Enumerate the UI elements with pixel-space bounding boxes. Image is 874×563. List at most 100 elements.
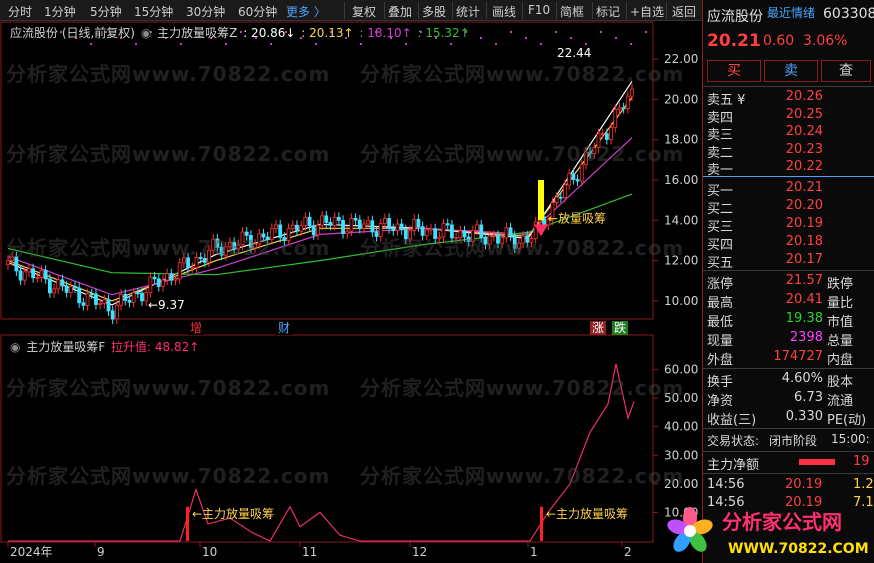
y-tick-label: 10.00 <box>664 294 698 308</box>
candle-body <box>554 196 559 203</box>
add-watchlist-button[interactable]: +自选 <box>630 3 664 20</box>
y-tick-label: 12.00 <box>664 254 698 268</box>
candle-body <box>152 276 157 280</box>
trade-state-label: 交易状态: <box>707 434 760 448</box>
candle-body <box>617 107 622 110</box>
candle-body <box>458 230 463 238</box>
candle-body <box>399 223 404 231</box>
toolbar-divider <box>666 2 667 19</box>
indicator-toggle-icon[interactable]: ◉ <box>141 26 151 40</box>
signal-dot <box>510 31 512 33</box>
candle-body <box>336 216 341 221</box>
tab-30min[interactable]: 30分钟 <box>186 3 225 20</box>
candle-body <box>387 218 392 229</box>
candle-body <box>261 233 266 238</box>
candle-body <box>517 242 521 249</box>
kline-chart[interactable]: 22.00 20.00 18.00 16.00 14.00 12.00 10.00 60.00… <box>0 21 700 563</box>
candle-body <box>110 310 115 320</box>
low-price-label: ←9.37 <box>148 298 185 312</box>
sub-signal-label: ←主力放量吸筹 <box>546 506 628 521</box>
candle-body <box>558 196 563 199</box>
x-tick-label: 9 <box>97 545 105 559</box>
restore-rights-button[interactable]: 复权 <box>352 3 376 20</box>
logo-url: WWW.70822.COM <box>728 541 869 557</box>
ask-level-1-price: 20.22 <box>785 159 823 174</box>
candle-body <box>169 273 174 281</box>
toolbar-divider <box>522 2 523 19</box>
stat-label-2: 市值 <box>827 315 854 330</box>
x-tick-label: 11 <box>302 545 317 559</box>
signal-dot <box>525 37 527 39</box>
candle-body <box>265 236 270 240</box>
overlay-button[interactable]: 叠加 <box>388 3 412 20</box>
candle-body <box>487 235 492 245</box>
tab-5min[interactable]: 5分钟 <box>90 3 122 20</box>
candle-body <box>207 249 211 263</box>
ma3-value: : 18.10↑ <box>359 26 412 40</box>
candle-body <box>475 224 479 231</box>
candle-body <box>89 293 94 296</box>
draw-line-button[interactable]: 画线 <box>492 3 516 20</box>
divider <box>703 176 874 177</box>
sentiment-link[interactable]: 最近情绪 <box>767 4 815 21</box>
multi-stock-button[interactable]: 多股 <box>422 3 446 20</box>
stat-row: 外盘 174727 内盘 <box>703 348 874 368</box>
bid-level-3[interactable]: 买三 20.19 <box>703 215 874 235</box>
candle-body <box>190 267 195 269</box>
bid-level-4[interactable]: 买四 20.18 <box>703 233 874 253</box>
sell-button[interactable]: 卖 <box>764 60 818 82</box>
sub-signal-label: ←主力放量吸筹 <box>192 506 274 521</box>
bid-level-1[interactable]: 买一 20.21 <box>703 179 874 199</box>
candle-body <box>248 234 253 249</box>
candle-body <box>571 173 576 180</box>
candle-body <box>378 223 383 237</box>
mark-button[interactable]: 标记 <box>596 3 620 20</box>
candle-body <box>269 228 274 240</box>
tab-intraday[interactable]: 分时 <box>8 3 32 20</box>
net-flow-row[interactable]: 主力净额 19 <box>703 453 874 473</box>
back-button[interactable]: 返回 <box>672 3 696 20</box>
candle-body <box>274 224 278 229</box>
tab-1min[interactable]: 1分钟 <box>44 3 76 20</box>
signal-dot <box>600 31 602 33</box>
candle-body <box>211 238 216 251</box>
statistics-button[interactable]: 统计 <box>456 3 480 20</box>
f10-button[interactable]: F10 <box>528 3 550 17</box>
candle-body <box>307 216 312 227</box>
candle-body <box>445 223 450 226</box>
candle-body <box>437 236 442 239</box>
y-tick-label: 18.00 <box>664 133 698 147</box>
indicator-name: 主力放量吸筹Z <box>157 26 238 40</box>
candle-body <box>165 273 170 281</box>
tab-15min[interactable]: 15分钟 <box>134 3 173 20</box>
tab-60min[interactable]: 60分钟 <box>238 3 277 20</box>
high-price-label: 22.44 <box>557 46 591 60</box>
candle-body <box>454 237 459 239</box>
chart-area[interactable]: 22.00 20.00 18.00 16.00 14.00 12.00 10.00 60.00… <box>0 21 700 563</box>
candle-body <box>10 256 15 261</box>
candle-body <box>316 224 320 236</box>
event-badge-label: 增 <box>190 321 202 335</box>
candle-body <box>395 223 400 232</box>
ask-level-1[interactable]: 卖一 20.22 <box>703 158 874 178</box>
candle-body <box>253 243 257 249</box>
candle-body <box>420 226 425 236</box>
signal-bar-sub <box>186 506 189 541</box>
candle-body <box>403 229 408 240</box>
toolbar-divider <box>556 2 557 19</box>
stat-row: 净资 6.73 流通 <box>703 389 874 409</box>
sub-indicator-toggle-icon[interactable]: ◉ <box>10 340 20 354</box>
bid-level-2[interactable]: 买二 20.20 <box>703 197 874 217</box>
simple-frame-button[interactable]: 简框 <box>560 3 584 20</box>
query-button[interactable]: 查 <box>821 60 871 82</box>
last-price: 20.21 <box>707 31 761 51</box>
lift-value: 拉升值: 48.82↑ <box>111 340 200 354</box>
bid-level-5[interactable]: 买五 20.17 <box>703 251 874 271</box>
candle-body <box>140 292 144 302</box>
stock-period-label: 应流股份 (日线,前复权) <box>10 26 135 40</box>
candle-body <box>127 300 132 303</box>
more-periods-button[interactable]: 更多 〉 <box>286 3 326 20</box>
buy-button[interactable]: 买 <box>707 60 761 82</box>
candle-body <box>613 109 618 128</box>
trade-state-value: 闭市阶段 <box>769 434 818 448</box>
